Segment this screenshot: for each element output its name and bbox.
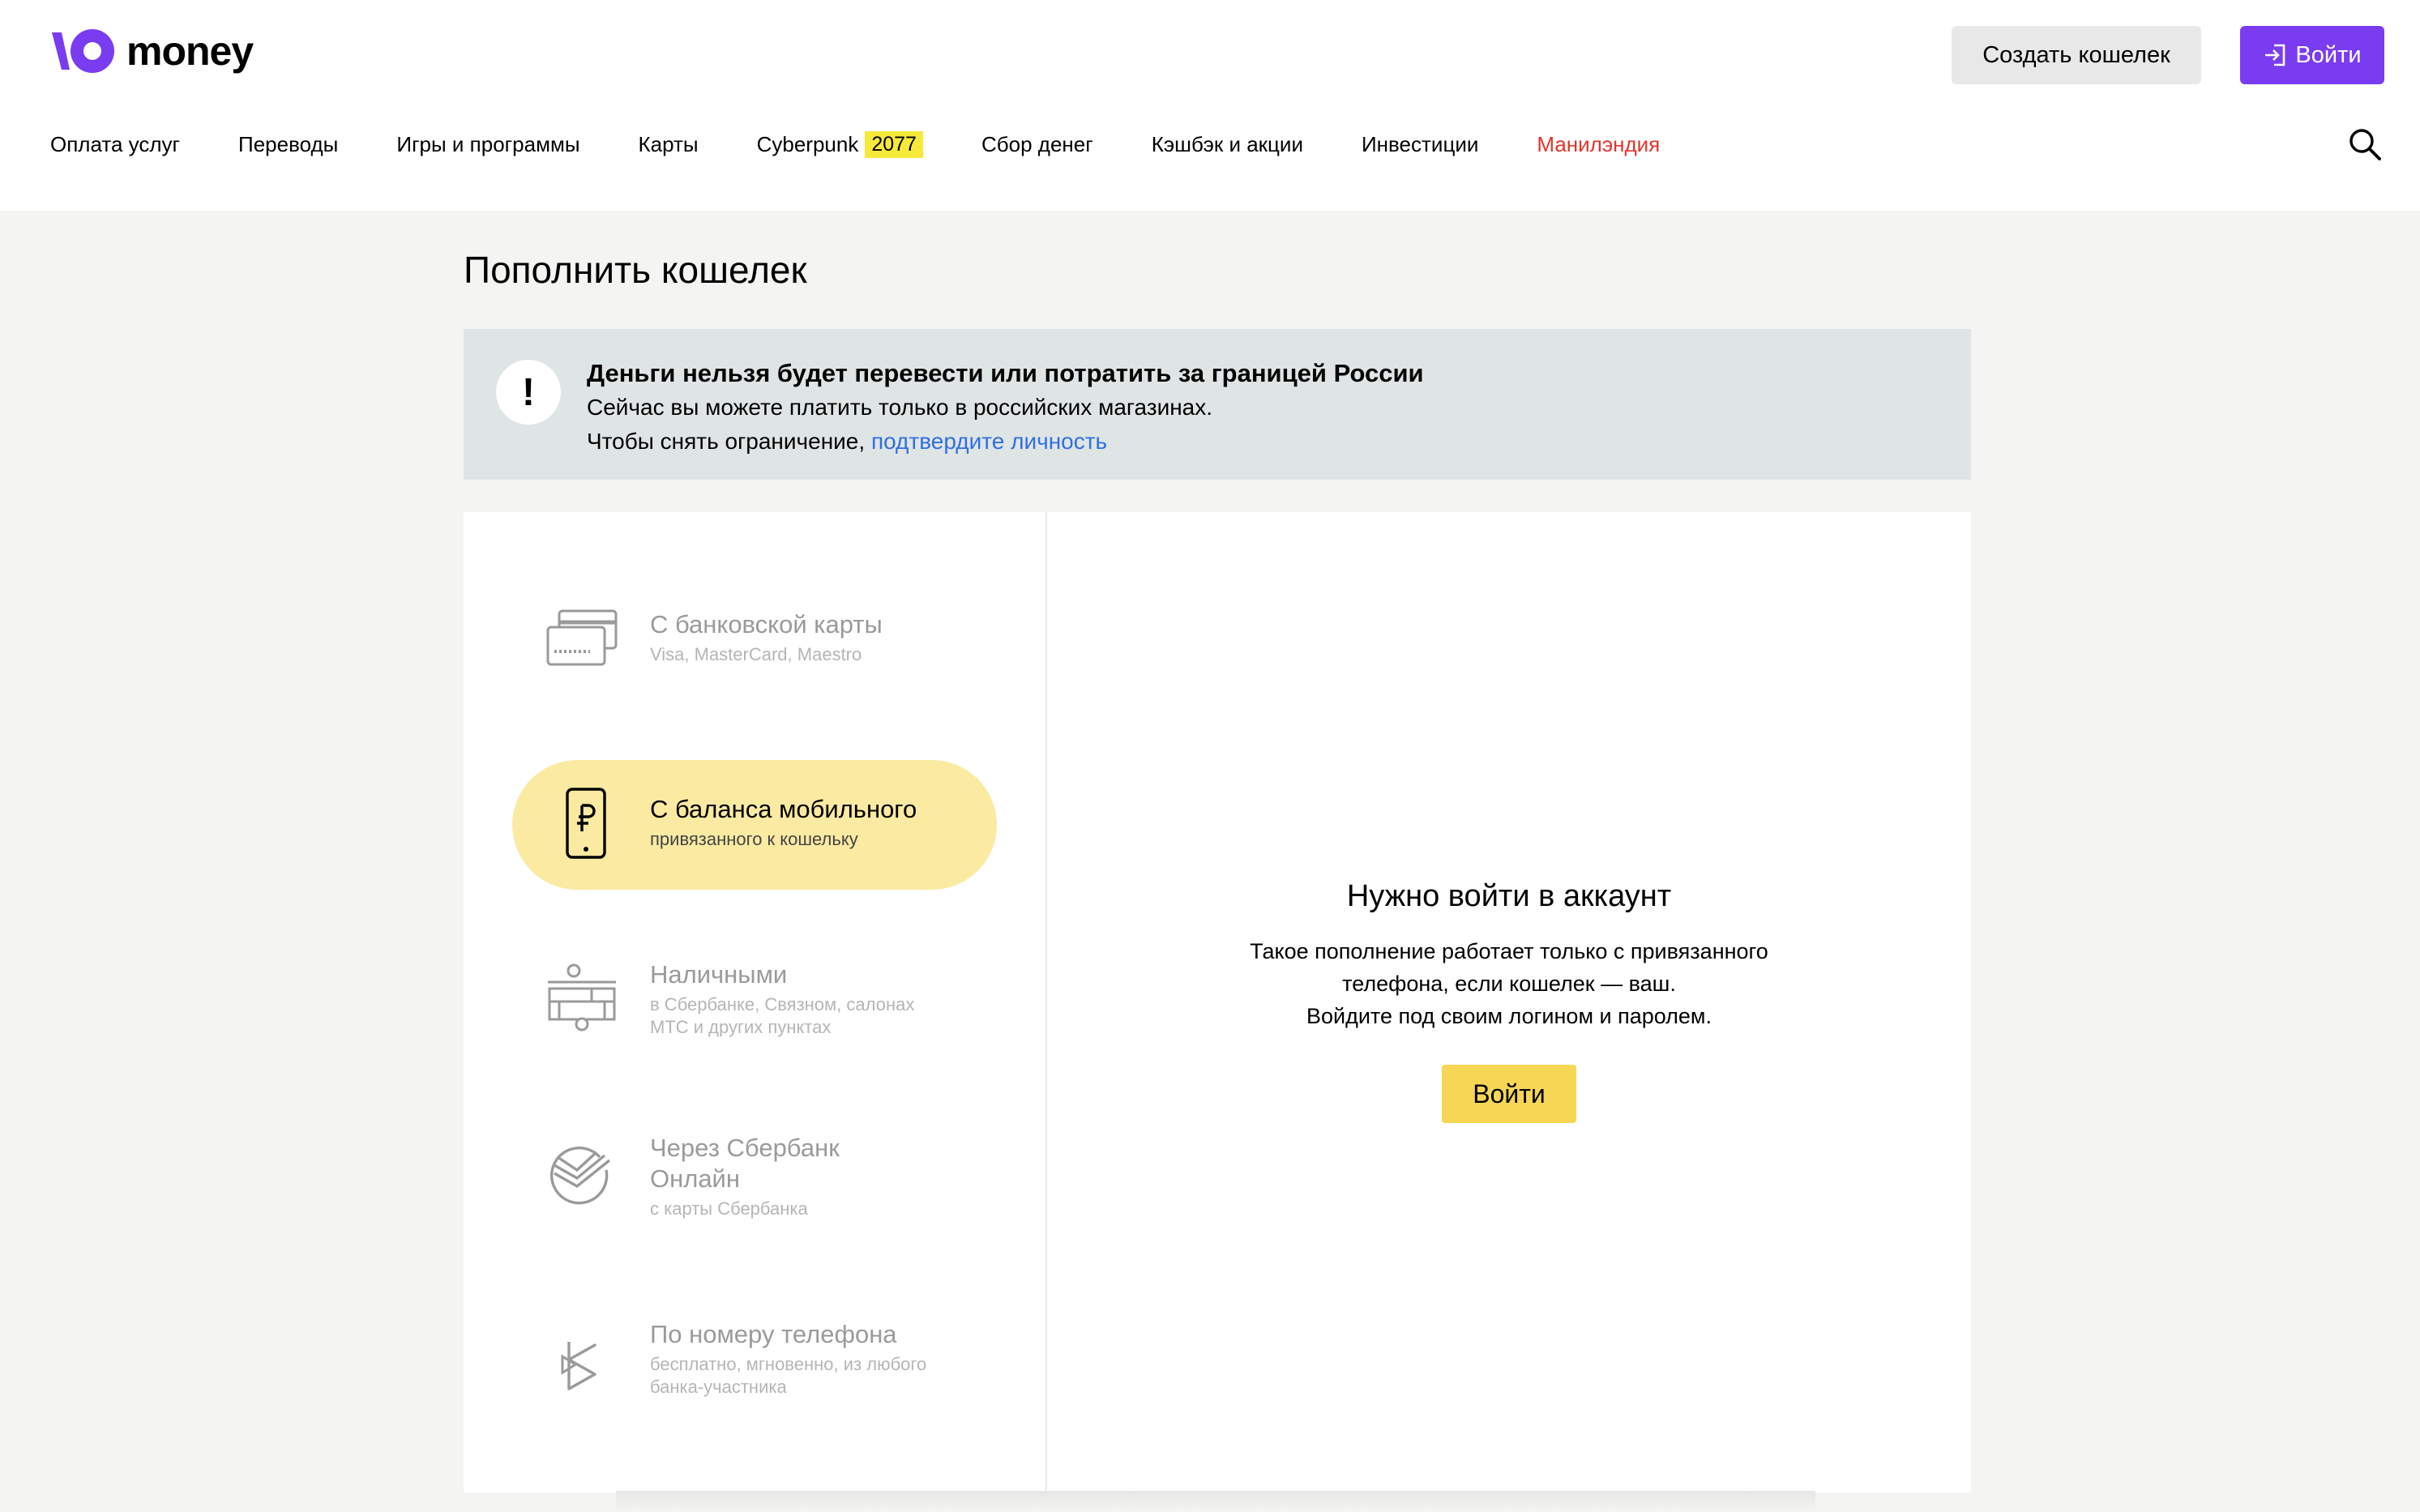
method-subtitle-line: МТС и других пунктах	[650, 1017, 832, 1037]
method-subtitle: в Сбербанке, Связном, салонах МТС и друг…	[650, 993, 914, 1039]
alert-title: Деньги нельзя будет перевести или потрат…	[587, 359, 1424, 387]
login-arrow-icon	[2265, 44, 2285, 66]
method-title: Наличными	[650, 960, 788, 989]
nav-label: Карты	[638, 131, 699, 156]
nav-item-cyberpunk[interactable]: Cyberpunk 2077	[756, 130, 923, 158]
nav-item-fundraising[interactable]: Сбор денег	[981, 132, 1093, 157]
method-title-line: Через Сбербанк	[650, 1134, 840, 1162]
yoomoney-logo[interactable]: money	[50, 24, 254, 78]
method-phone-number[interactable]: По номеру телефона бесплатно, мгновенно,…	[512, 1309, 997, 1423]
page-title: Пополнить кошелек	[464, 249, 807, 291]
header-login-label: Войти	[2295, 41, 2362, 68]
nav-item-services[interactable]: Оплата услуг	[50, 132, 180, 157]
method-subtitle: Visa, MasterCard, Maestro	[650, 644, 862, 664]
nav-label: Игры и программы	[396, 131, 580, 156]
method-title: По номеру телефона	[650, 1320, 897, 1348]
method-text: С баланса мобильного привязанного к коше…	[650, 794, 917, 851]
nav-label: Оплата услуг	[50, 131, 181, 156]
main-nav: Оплата услуг Переводы Игры и программы К…	[50, 122, 1718, 167]
nav-item-transfers[interactable]: Переводы	[238, 132, 338, 157]
method-subtitle: бесплатно, мгновенно, из любого банка-уч…	[650, 1353, 926, 1399]
nav-label: Манилэндия	[1537, 131, 1661, 156]
method-subtitle: привязанного к кошельку	[650, 829, 858, 849]
topup-panel: С банковской карты Visa, MasterCard, Mae…	[464, 512, 1971, 1493]
nav-item-investments[interactable]: Инвестиции	[1362, 132, 1478, 157]
method-text: По номеру телефона бесплатно, мгновенно,…	[650, 1319, 926, 1399]
method-cash[interactable]: Наличными в Сбербанке, Связном, салонах …	[512, 950, 997, 1063]
top-header: money Создать кошелек Войти Оплата услуг…	[0, 0, 2420, 211]
login-prompt-text: Такое пополнение работает только с привя…	[1047, 935, 1971, 1032]
method-title: С банковской карты	[650, 610, 883, 639]
login-prompt-line: Такое пополнение работает только с привя…	[1250, 939, 1768, 963]
search-icon[interactable]	[2347, 126, 2383, 162]
method-bank-card[interactable]: С банковской карты Visa, MasterCard, Mae…	[512, 592, 997, 689]
nav-item-manilandia[interactable]: Манилэндия	[1537, 132, 1660, 157]
login-button[interactable]: Войти	[1442, 1065, 1576, 1123]
method-text: Наличными в Сбербанке, Связном, салонах …	[650, 959, 914, 1039]
method-subtitle-line: бесплатно, мгновенно, из любого	[650, 1354, 927, 1374]
login-prompt-title: Нужно войти в аккаунт	[1346, 879, 1672, 913]
method-text: Через Сбербанк Онлайн с карты Сбербанка	[650, 1133, 840, 1220]
alert-line-2: Чтобы снять ограничение, подтвердите лич…	[587, 425, 1424, 459]
sbp-icon	[561, 1342, 596, 1390]
nav-label: Инвестиции	[1361, 131, 1479, 156]
nav-label: Переводы	[238, 131, 339, 156]
method-subtitle-line: в Сбербанке, Связном, салонах	[650, 994, 915, 1014]
nav-label: Кэшбэк и акции	[1151, 131, 1303, 156]
yoomoney-logo-icon	[52, 29, 114, 73]
method-mobile-balance[interactable]: С баланса мобильного привязанного к коше…	[512, 760, 997, 890]
verify-identity-link[interactable]: подтвердите личность	[871, 429, 1107, 454]
nav-item-cards[interactable]: Карты	[639, 132, 699, 157]
login-prompt-line: Войдите под своим логином и паролем.	[1306, 1004, 1712, 1028]
nav-label: Cyberpunk	[756, 131, 859, 156]
method-title: Через Сбербанк Онлайн	[650, 1133, 840, 1194]
method-subtitle: с карты Сбербанка	[650, 1198, 808, 1219]
exclamation-icon: !	[496, 360, 561, 425]
nav-label: Сбор денег	[981, 131, 1093, 156]
sberbank-icon	[549, 1146, 611, 1205]
create-wallet-button[interactable]: Создать кошелек	[1952, 26, 2201, 84]
method-subtitle-line: банка-участника	[650, 1377, 787, 1397]
nav-item-cashback[interactable]: Кэшбэк и акции	[1152, 132, 1303, 157]
login-prompt: Нужно войти в аккаунт Такое пополнение р…	[1047, 877, 1971, 1123]
method-title: С баланса мобильного	[650, 795, 917, 823]
login-prompt-line: телефона, если кошелек — ваш.	[1342, 972, 1676, 996]
bank-card-icon	[546, 609, 618, 666]
method-sberbank-online[interactable]: Через Сбербанк Онлайн с карты Сбербанка	[512, 1125, 997, 1246]
header-login-button[interactable]: Войти	[2240, 26, 2384, 84]
logo-text: money	[126, 28, 254, 74]
panel-bottom-shadow	[616, 1491, 1815, 1512]
alert-line-2-prefix: Чтобы снять ограничение,	[587, 429, 871, 454]
cash-terminal-icon	[548, 963, 616, 1031]
nav-item-games[interactable]: Игры и программы	[396, 132, 579, 157]
nav-badge-2077: 2077	[865, 130, 923, 158]
method-title-line: Онлайн	[650, 1164, 740, 1193]
method-text: С банковской карты Visa, MasterCard, Mae…	[650, 609, 883, 666]
mobile-ruble-icon	[566, 788, 606, 859]
restriction-alert: ! Деньги нельзя будет перевести или потр…	[464, 329, 1971, 480]
alert-body: Деньги нельзя будет перевести или потрат…	[587, 357, 1424, 459]
alert-line-1: Сейчас вы можете платить только в россий…	[587, 395, 1213, 420]
